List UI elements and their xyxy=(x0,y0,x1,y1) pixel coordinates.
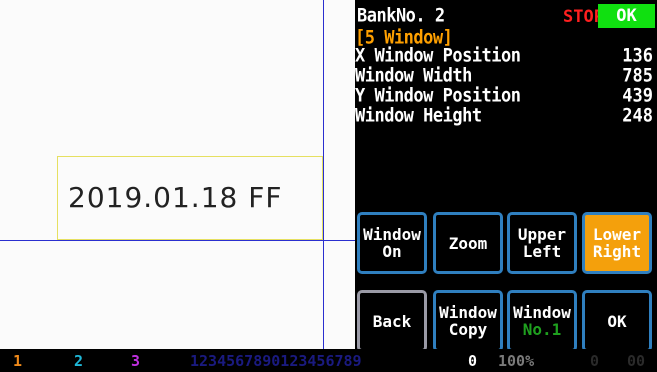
window-number-label: Window xyxy=(513,303,571,322)
param-value-window-width: 785 xyxy=(622,64,653,87)
status-bank-1: 1 xyxy=(13,352,23,370)
param-label-window-height: Window Height xyxy=(355,104,482,127)
status-bar: 1 2 3 1234567890123456789 0 100% 0 00 xyxy=(0,349,657,372)
settings-panel: BankNo. 2 STOP OK [5 Window] X Window Po… xyxy=(355,0,657,352)
status-digit-strip: 1234567890123456789 xyxy=(190,352,362,370)
window-copy-button[interactable]: Window Copy xyxy=(433,290,503,352)
window-copy-label: Window xyxy=(439,303,497,322)
param-value-y-window-position: 439 xyxy=(622,84,653,107)
ok-indicator: OK xyxy=(598,4,655,28)
upper-left-sublabel: Left xyxy=(522,242,562,261)
roi-text: 2019.01.18 FF xyxy=(68,181,283,214)
status-bank-3: 3 xyxy=(131,352,141,370)
lower-right-sublabel: Right xyxy=(592,242,642,261)
crosshair-vertical xyxy=(323,0,324,349)
status-percent: 100% xyxy=(498,352,535,370)
zoom-label: Zoom xyxy=(448,233,488,253)
ok-button-label: OK xyxy=(607,311,627,331)
param-label-window-width: Window Width xyxy=(355,64,472,87)
crosshair-horizontal xyxy=(0,240,355,241)
back-label: Back xyxy=(372,311,412,331)
param-value-window-height: 248 xyxy=(622,104,653,127)
window-on-sublabel: On xyxy=(382,242,402,261)
window-on-button[interactable]: Window On xyxy=(357,212,427,274)
upper-left-button[interactable]: Upper Left xyxy=(507,212,577,274)
param-value-x-window-position: 136 xyxy=(622,44,653,67)
upper-left-label: Upper xyxy=(517,225,567,244)
param-label-x-window-position: X Window Position xyxy=(355,44,521,67)
image-viewer[interactable]: 2019.01.18 FF xyxy=(0,0,355,349)
lower-right-label: Lower xyxy=(592,225,642,244)
window-copy-sublabel: Copy xyxy=(448,320,488,339)
window-number-button[interactable]: Window No.1 xyxy=(507,290,577,352)
lower-right-button[interactable]: Lower Right xyxy=(582,212,652,274)
bank-label: BankNo. 2 xyxy=(357,4,445,27)
window-on-label: Window xyxy=(363,225,421,244)
bank-number: 2 xyxy=(434,4,445,27)
ok-button[interactable]: OK xyxy=(582,290,652,352)
zoom-button[interactable]: Zoom xyxy=(433,212,503,274)
status-bank-2: 2 xyxy=(74,352,84,370)
window-number-value: No.1 xyxy=(522,320,562,339)
status-tail-2: 00 xyxy=(627,352,646,370)
param-label-y-window-position: Y Window Position xyxy=(355,84,521,107)
status-tail-1: 0 xyxy=(590,352,600,370)
roi-window[interactable]: 2019.01.18 FF xyxy=(57,156,323,240)
back-button[interactable]: Back xyxy=(357,290,427,352)
status-count: 0 xyxy=(468,352,478,370)
